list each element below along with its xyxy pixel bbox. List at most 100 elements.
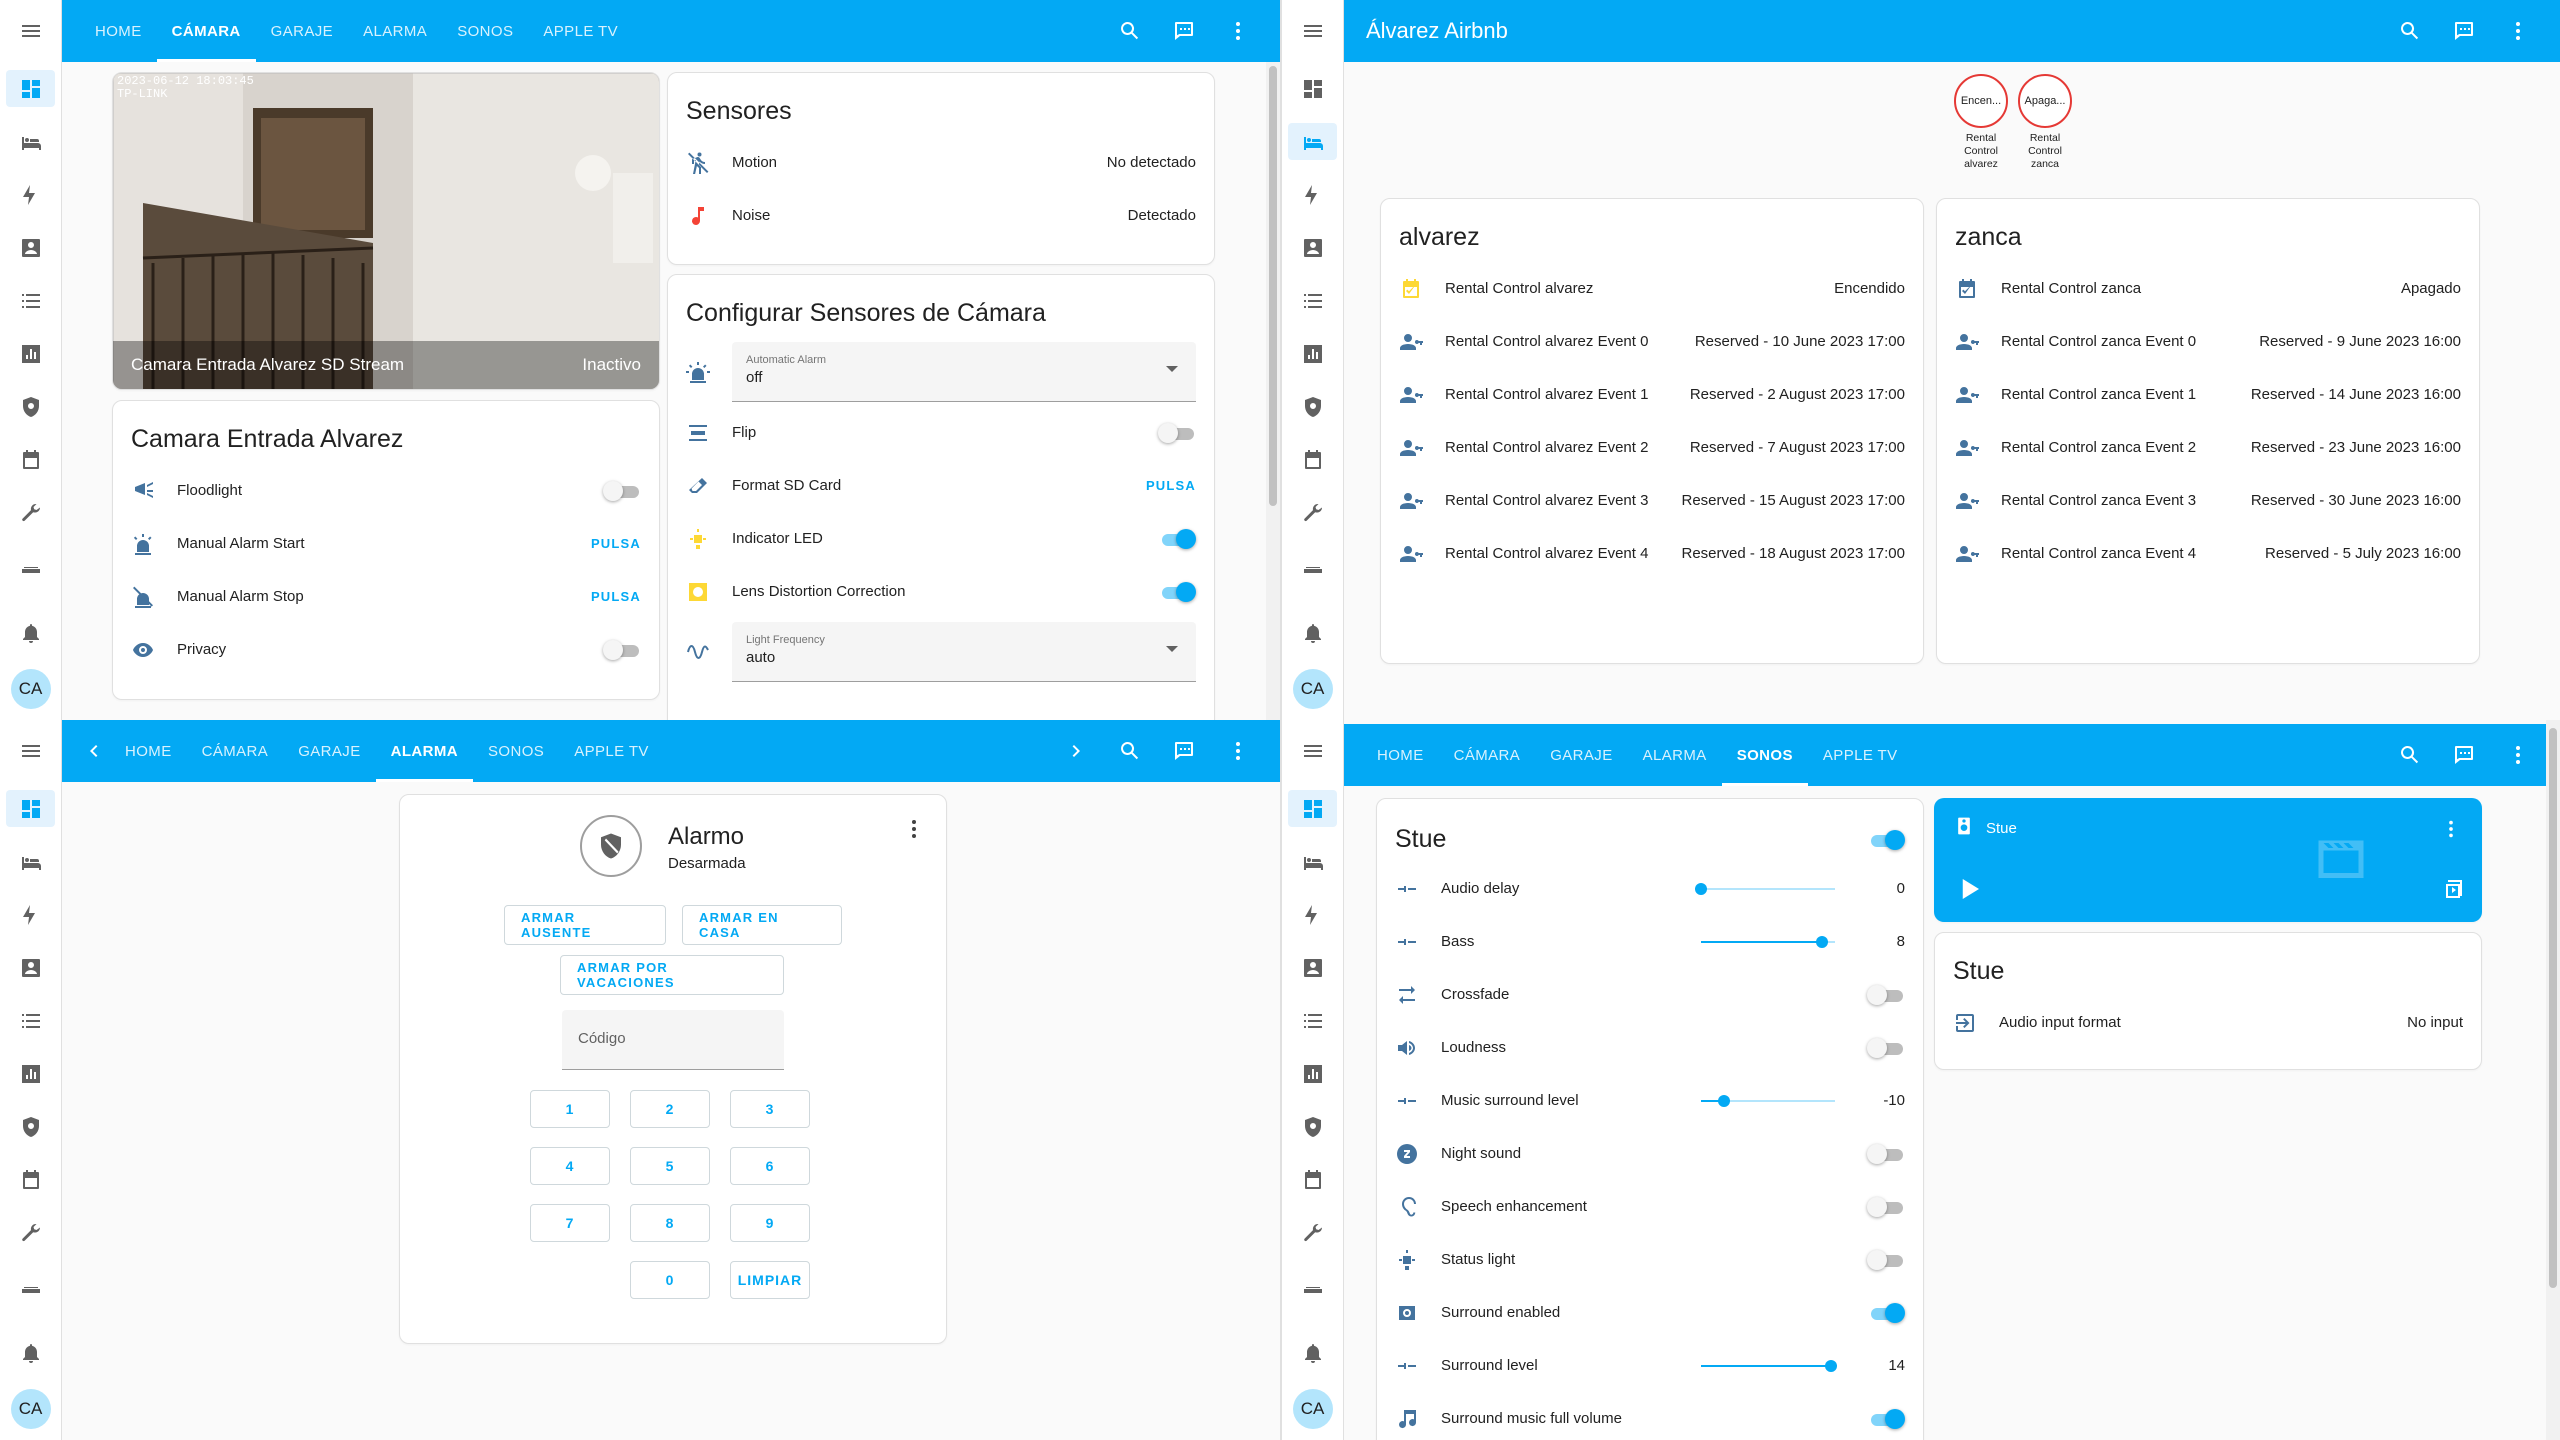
tab-0[interactable]: HOME — [110, 720, 187, 782]
tab-1[interactable]: CÁMARA — [156, 0, 256, 62]
toggle[interactable] — [1867, 1249, 1905, 1270]
tab-1[interactable]: CÁMARA — [1439, 724, 1536, 786]
search-icon[interactable] — [1118, 19, 1142, 43]
keypad-key[interactable]: 1 — [530, 1090, 610, 1128]
keypad-key[interactable]: 4 — [530, 1147, 610, 1185]
entity-row[interactable]: Audio delay 0 — [1377, 862, 1923, 915]
entity-row[interactable]: Flip — [668, 406, 1214, 459]
sidebar-energy-icon[interactable] — [1282, 168, 1343, 221]
stue-master-toggle[interactable] — [1867, 829, 1905, 850]
assist-icon[interactable] — [1172, 19, 1196, 43]
sidebar-energy-icon[interactable] — [0, 168, 61, 221]
toggle[interactable] — [1867, 1037, 1905, 1058]
toggle[interactable] — [1867, 1408, 1905, 1429]
tab-5[interactable]: APPLE TV — [528, 0, 633, 62]
tab-0[interactable]: HOME — [80, 0, 157, 62]
tab-4[interactable]: SONOS — [1721, 724, 1809, 786]
entity-row[interactable]: Rental Control alvarez Event 3 Reserved -… — [1381, 474, 1923, 527]
more-vert-icon[interactable] — [2506, 743, 2530, 767]
entity-row[interactable]: Indicator LED — [668, 512, 1214, 565]
entity-row[interactable]: Bass 8 — [1377, 915, 1923, 968]
tab-3[interactable]: ALARMA — [375, 720, 474, 782]
toggle[interactable] — [1158, 422, 1196, 443]
entity-row[interactable]: Rental Control zanca Event 3 Reserved - 3… — [1937, 474, 2479, 527]
sidebar-dock-icon[interactable] — [0, 539, 61, 592]
entity-row[interactable]: Status light — [1377, 1233, 1923, 1286]
sidebar-tools-icon[interactable] — [1282, 1206, 1343, 1259]
more-vert-icon[interactable] — [2506, 19, 2530, 43]
toggle[interactable] — [1867, 1196, 1905, 1217]
sidebar-history-icon[interactable] — [0, 327, 61, 380]
sidebar-notifications-icon[interactable] — [0, 606, 61, 659]
entity-badge[interactable]: Apaga... Rental Control zanca — [2018, 74, 2072, 171]
menu-icon[interactable] — [0, 0, 61, 62]
sidebar-calendar-icon[interactable] — [0, 433, 61, 486]
sidebar-logbook-icon[interactable] — [0, 274, 61, 327]
more-vert-icon[interactable] — [902, 817, 926, 841]
sidebar-dock-icon[interactable] — [0, 1259, 61, 1312]
slider[interactable] — [1695, 879, 1835, 899]
entity-row[interactable]: Floodlight — [113, 464, 659, 517]
sidebar-tools-icon[interactable] — [0, 486, 61, 539]
keypad-key[interactable]: 3 — [730, 1090, 810, 1128]
sidebar-account-icon[interactable] — [0, 221, 61, 274]
entity-badge[interactable]: Encen... Rental Control alvarez — [1954, 74, 2008, 171]
sidebar-shield-icon[interactable] — [1282, 1100, 1343, 1153]
sidebar-dashboard-icon[interactable] — [1282, 62, 1343, 115]
entity-row[interactable]: Noise Detectado — [668, 189, 1214, 242]
sidebar-history-icon[interactable] — [0, 1047, 61, 1100]
sidebar-notifications-icon[interactable] — [0, 1326, 61, 1379]
tab-4[interactable]: SONOS — [473, 720, 559, 782]
sidebar-logbook-icon[interactable] — [1282, 274, 1343, 327]
keypad-key[interactable]: 7 — [530, 1204, 610, 1242]
toggle[interactable] — [1867, 984, 1905, 1005]
scrollbar[interactable] — [1266, 62, 1280, 720]
tab-3[interactable]: ALARMA — [348, 0, 442, 62]
sidebar-notifications-icon[interactable] — [1282, 1326, 1343, 1379]
more-vert-icon[interactable] — [2440, 818, 2462, 840]
sidebar-logbook-icon[interactable] — [0, 994, 61, 1047]
keypad-key[interactable]: 9 — [730, 1204, 810, 1242]
menu-icon[interactable] — [0, 720, 61, 782]
assist-icon[interactable] — [2452, 19, 2476, 43]
entity-row[interactable]: Rental Control alvarez Event 0 Reserved -… — [1381, 315, 1923, 368]
chevron-left-icon[interactable] — [82, 739, 106, 763]
sidebar-dashboard-icon[interactable] — [1282, 782, 1343, 835]
sidebar-bed-icon[interactable] — [0, 835, 61, 888]
entity-row[interactable]: Rental Control zanca Event 4 Reserved - 5… — [1937, 527, 2479, 580]
sidebar-calendar-icon[interactable] — [1282, 433, 1343, 486]
arm-home-button[interactable]: ARMAR EN CASA — [682, 905, 842, 945]
keypad-key[interactable]: 6 — [730, 1147, 810, 1185]
sidebar-shield-icon[interactable] — [0, 1100, 61, 1153]
scrollbar[interactable] — [2546, 720, 2560, 1440]
press-button[interactable]: PULSA — [1146, 478, 1196, 493]
entity-row[interactable]: Rental Control alvarez Encendido — [1381, 262, 1923, 315]
assist-icon[interactable] — [1172, 739, 1196, 763]
tab-4[interactable]: SONOS — [442, 0, 528, 62]
entity-row[interactable]: Surround enabled — [1377, 1286, 1923, 1339]
search-icon[interactable] — [2398, 19, 2422, 43]
media-browse-icon[interactable] — [2442, 878, 2466, 902]
toggle[interactable] — [603, 480, 641, 501]
entity-row[interactable]: Lens Distortion Correction — [668, 565, 1214, 618]
assist-icon[interactable] — [2452, 743, 2476, 767]
light-frequency-select[interactable]: Light Frequency auto — [732, 622, 1196, 682]
sidebar-bed-icon[interactable] — [1282, 115, 1343, 168]
avatar[interactable]: CA — [10, 1389, 51, 1429]
keypad-key[interactable]: 0 — [630, 1261, 710, 1299]
toggle[interactable] — [603, 639, 641, 660]
tab-1[interactable]: CÁMARA — [187, 720, 284, 782]
search-icon[interactable] — [1118, 739, 1142, 763]
sidebar-shield-icon[interactable] — [0, 380, 61, 433]
sidebar-notifications-icon[interactable] — [1282, 606, 1343, 659]
entity-row[interactable]: Speech enhancement — [1377, 1180, 1923, 1233]
keypad-key[interactable]: 8 — [630, 1204, 710, 1242]
avatar[interactable]: CA — [1292, 669, 1333, 709]
sidebar-calendar-icon[interactable] — [1282, 1153, 1343, 1206]
sidebar-dashboard-icon[interactable] — [0, 782, 61, 835]
sidebar-dock-icon[interactable] — [1282, 1259, 1343, 1312]
slider[interactable] — [1701, 932, 1835, 952]
arm-away-button[interactable]: ARMAR AUSENTE — [504, 905, 666, 945]
tab-5[interactable]: APPLE TV — [1808, 724, 1913, 786]
entity-row[interactable]: Surround music full volume — [1377, 1392, 1923, 1440]
